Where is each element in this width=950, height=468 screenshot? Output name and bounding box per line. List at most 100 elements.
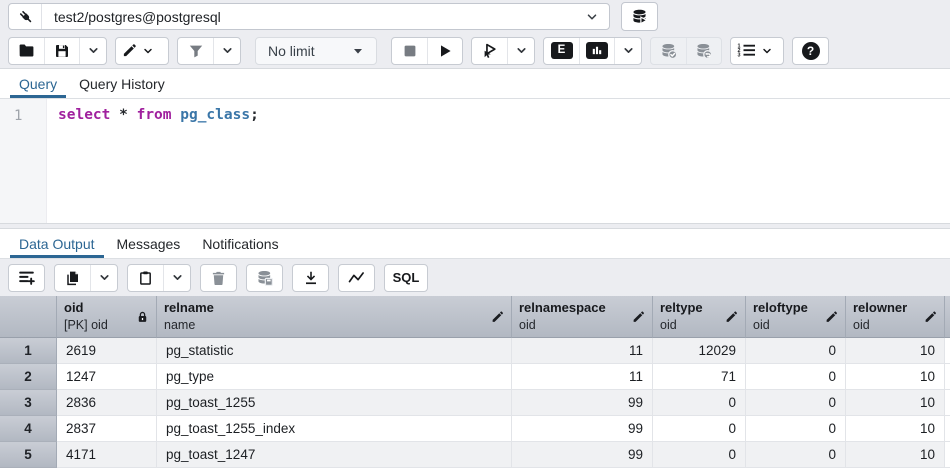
explain-e-icon: E <box>551 42 573 59</box>
save-data-group <box>246 264 283 292</box>
show-sql-button[interactable]: SQL <box>384 264 428 292</box>
edit-menu-button[interactable] <box>116 38 168 64</box>
edit-column-icon[interactable] <box>632 310 645 323</box>
editor-code-line[interactable]: select * from pg_class; <box>47 99 950 223</box>
cell-oid[interactable]: 1247 <box>57 364 157 390</box>
row-number[interactable]: 2 <box>0 364 57 390</box>
row-number[interactable]: 1 <box>0 338 57 364</box>
tab-notifications[interactable]: Notifications <box>191 229 289 258</box>
cell-relnamespace[interactable]: 99 <box>512 390 653 416</box>
add-row-button[interactable] <box>9 265 44 291</box>
cell-reloftype[interactable]: 0 <box>746 338 846 364</box>
cell-reltype[interactable]: 0 <box>653 442 746 468</box>
connection-bar: test2/postgres@postgresql <box>0 0 950 33</box>
grid-corner[interactable] <box>0 296 57 338</box>
table-row: 5 4171 pg_toast_1247 99 0 0 10 <box>0 442 950 468</box>
copy-button[interactable] <box>55 265 90 291</box>
cell-relnamespace[interactable]: 99 <box>512 416 653 442</box>
cell-reloftype[interactable]: 0 <box>746 390 846 416</box>
cell-relowner[interactable]: 10 <box>846 338 945 364</box>
database-save-icon <box>256 269 274 287</box>
download-button[interactable] <box>293 265 328 291</box>
paste-options-button[interactable] <box>163 265 190 291</box>
tab-data-output-label: Data Output <box>19 236 95 252</box>
cell-relname[interactable]: pg_type <box>157 364 512 390</box>
cell-oid[interactable]: 2836 <box>57 390 157 416</box>
execute-button[interactable] <box>427 38 462 64</box>
new-connection-button[interactable] <box>621 2 658 31</box>
connection-select[interactable]: test2/postgres@postgresql <box>42 4 609 29</box>
cell-oid[interactable]: 2619 <box>57 338 157 364</box>
macros-button[interactable]: 123 <box>731 38 783 64</box>
cell-relnamespace[interactable]: 11 <box>512 364 653 390</box>
cell-reloftype[interactable]: 0 <box>746 364 846 390</box>
explain-options-button[interactable] <box>614 38 641 64</box>
edit-column-icon[interactable] <box>725 310 738 323</box>
save-data-changes-button[interactable] <box>247 265 282 291</box>
edit-column-icon[interactable] <box>825 310 838 323</box>
cell-reltype[interactable]: 71 <box>653 364 746 390</box>
edit-column-icon[interactable] <box>491 310 504 323</box>
graph-visualiser-button[interactable] <box>339 265 374 291</box>
cell-relname[interactable]: pg_toast_1255 <box>157 390 512 416</box>
cell-relowner[interactable]: 10 <box>846 390 945 416</box>
cell-relname[interactable]: pg_toast_1255_index <box>157 416 512 442</box>
tab-query[interactable]: Query <box>8 69 68 98</box>
column-header-relname[interactable]: relname name <box>157 296 512 338</box>
cell-reltype[interactable]: 0 <box>653 416 746 442</box>
filter-options-button[interactable] <box>213 38 240 64</box>
rollback-button[interactable] <box>686 38 721 64</box>
open-file-button[interactable] <box>9 38 44 64</box>
paste-button[interactable] <box>128 265 163 291</box>
row-number[interactable]: 3 <box>0 390 57 416</box>
execute-options-button[interactable] <box>507 38 534 64</box>
tab-data-output[interactable]: Data Output <box>8 229 106 258</box>
row-number[interactable]: 5 <box>0 442 57 468</box>
cell-reloftype[interactable]: 0 <box>746 442 846 468</box>
execute-script-button[interactable] <box>472 38 507 64</box>
cell-relowner[interactable]: 10 <box>846 416 945 442</box>
connection-plug-icon[interactable] <box>9 4 42 29</box>
folder-icon <box>18 42 35 59</box>
play-cursor-icon <box>481 42 498 59</box>
column-header-reltype[interactable]: reltype oid <box>653 296 746 338</box>
cell-relnamespace[interactable]: 99 <box>512 442 653 468</box>
explain-analyze-button[interactable] <box>579 38 614 64</box>
sql-punctuation: ; <box>250 107 259 123</box>
query-toolbar: No limit E <box>0 33 950 69</box>
commit-button[interactable] <box>651 38 686 64</box>
column-header-relowner[interactable]: relowner oid <box>846 296 945 338</box>
help-button[interactable]: ? <box>793 38 828 64</box>
save-file-button[interactable] <box>44 38 79 64</box>
chevron-down-icon <box>171 271 184 284</box>
sql-editor[interactable]: 1 select * from pg_class; <box>0 99 950 223</box>
copy-options-button[interactable] <box>90 265 117 291</box>
cell-relnamespace[interactable]: 11 <box>512 338 653 364</box>
row-limit-select[interactable]: No limit <box>255 37 377 65</box>
row-number[interactable]: 4 <box>0 416 57 442</box>
filter-button[interactable] <box>178 38 213 64</box>
column-header-reloftype[interactable]: reloftype oid <box>746 296 846 338</box>
cell-oid[interactable]: 2837 <box>57 416 157 442</box>
column-header-relnamespace[interactable]: relnamespace oid <box>512 296 653 338</box>
cell-reltype[interactable]: 12029 <box>653 338 746 364</box>
row-filler <box>945 364 950 390</box>
column-header-oid[interactable]: oid [PK] oid <box>57 296 157 338</box>
tab-query-history[interactable]: Query History <box>68 69 176 98</box>
lock-icon <box>136 310 149 323</box>
save-options-button[interactable] <box>79 38 106 64</box>
cell-relname[interactable]: pg_statistic <box>157 338 512 364</box>
cell-reltype[interactable]: 0 <box>653 390 746 416</box>
help-button-group: ? <box>792 37 829 65</box>
cell-reloftype[interactable]: 0 <box>746 416 846 442</box>
tab-query-label: Query <box>19 76 57 92</box>
cell-relowner[interactable]: 10 <box>846 364 945 390</box>
delete-row-button[interactable] <box>201 265 236 291</box>
stop-button[interactable] <box>392 38 427 64</box>
explain-button[interactable]: E <box>544 38 579 64</box>
tab-messages[interactable]: Messages <box>106 229 192 258</box>
cell-relowner[interactable]: 10 <box>846 442 945 468</box>
cell-relname[interactable]: pg_toast_1247 <box>157 442 512 468</box>
edit-column-icon[interactable] <box>924 310 937 323</box>
cell-oid[interactable]: 4171 <box>57 442 157 468</box>
